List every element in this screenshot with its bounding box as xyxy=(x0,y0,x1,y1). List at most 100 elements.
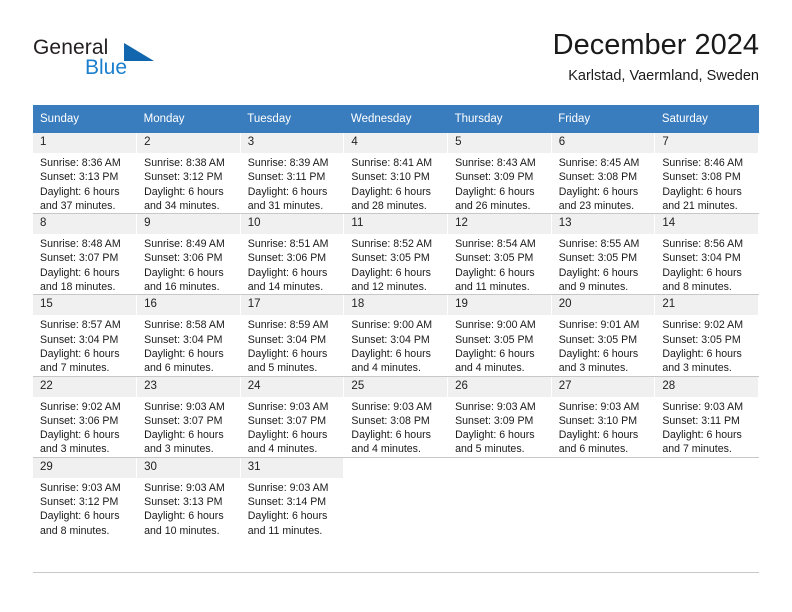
daylight-text-line2: and 10 minutes. xyxy=(144,524,220,537)
daylight-text-line2: and 11 minutes. xyxy=(455,281,530,294)
day-info: Sunrise: 8:43 AM Sunset: 3:09 PM Dayligh… xyxy=(448,153,551,213)
daylight-text-line1: Daylight: 6 hours xyxy=(558,185,639,198)
day-cell[interactable]: 7 Sunrise: 8:46 AM Sunset: 3:08 PM Dayli… xyxy=(654,133,759,215)
day-cell[interactable]: 9 Sunrise: 8:49 AM Sunset: 3:06 PM Dayli… xyxy=(136,213,241,296)
day-cell-empty xyxy=(447,457,552,538)
weekday-header-wednesday: Wednesday xyxy=(343,105,448,133)
sunset-text: Sunset: 3:07 PM xyxy=(40,252,119,265)
day-cell[interactable]: 6 Sunrise: 8:45 AM Sunset: 3:08 PM Dayli… xyxy=(551,133,656,215)
daylight-text-line1: Daylight: 6 hours xyxy=(247,185,328,198)
day-info: Sunrise: 8:59 AM Sunset: 3:04 PM Dayligh… xyxy=(241,315,344,375)
daylight-text-line2: and 4 minutes. xyxy=(351,362,421,375)
day-number: 26 xyxy=(448,376,551,397)
sunrise-text: Sunrise: 8:49 AM xyxy=(144,238,225,251)
day-cell[interactable]: 13 Sunrise: 8:55 AM Sunset: 3:05 PM Dayl… xyxy=(551,213,656,296)
day-number: 20 xyxy=(551,295,655,316)
generalblue-logo[interactable]: General Blue xyxy=(33,36,213,84)
daylight-text-line1: Daylight: 6 hours xyxy=(351,266,431,279)
sunrise-text: Sunrise: 8:38 AM xyxy=(144,157,225,169)
sunrise-text: Sunrise: 8:54 AM xyxy=(455,238,536,251)
day-number: 5 xyxy=(448,133,551,153)
sunrise-text: Sunrise: 8:51 AM xyxy=(247,238,329,251)
calendar-body: 1 Sunrise: 8:36 AM Sunset: 3:13 PM Dayli… xyxy=(33,133,759,538)
sunrise-text: Sunrise: 8:59 AM xyxy=(247,319,329,332)
sunrise-text: Sunrise: 9:03 AM xyxy=(455,400,536,413)
sunset-text: Sunset: 3:13 PM xyxy=(144,496,223,509)
day-cell[interactable]: 2 Sunrise: 8:38 AM Sunset: 3:12 PM Dayli… xyxy=(136,133,241,215)
sunset-text: Sunset: 3:08 PM xyxy=(662,171,741,184)
day-info: Sunrise: 9:03 AM Sunset: 3:08 PM Dayligh… xyxy=(344,397,447,457)
sunset-text: Sunset: 3:04 PM xyxy=(144,333,223,346)
daylight-text-line1: Daylight: 6 hours xyxy=(40,185,120,198)
day-number xyxy=(448,458,551,478)
page-header: General Blue December 2024 Karlstad, Vae… xyxy=(0,0,792,96)
day-info: Sunrise: 9:03 AM Sunset: 3:12 PM Dayligh… xyxy=(33,478,136,538)
daylight-text-line2: and 28 minutes. xyxy=(351,199,427,212)
day-cell[interactable]: 31 Sunrise: 9:03 AM Sunset: 3:14 PM Dayl… xyxy=(240,457,345,538)
day-cell-empty xyxy=(343,457,449,538)
sunrise-text: Sunrise: 9:01 AM xyxy=(558,319,640,332)
day-cell[interactable]: 18 Sunrise: 9:00 AM Sunset: 3:04 PM Dayl… xyxy=(343,294,449,377)
day-info: Sunrise: 8:54 AM Sunset: 3:05 PM Dayligh… xyxy=(448,234,551,294)
daylight-text-line1: Daylight: 6 hours xyxy=(247,510,328,523)
daylight-text-line2: and 6 minutes. xyxy=(558,443,629,456)
daylight-text-line1: Daylight: 6 hours xyxy=(247,347,328,360)
daylight-text-line1: Daylight: 6 hours xyxy=(247,266,328,279)
daylight-text-line2: and 5 minutes. xyxy=(247,362,318,375)
day-cell[interactable]: 8 Sunrise: 8:48 AM Sunset: 3:07 PM Dayli… xyxy=(33,213,138,296)
day-cell[interactable]: 29 Sunrise: 9:03 AM Sunset: 3:12 PM Dayl… xyxy=(33,457,138,538)
day-cell[interactable]: 11 Sunrise: 8:52 AM Sunset: 3:05 PM Dayl… xyxy=(343,213,449,296)
day-cell[interactable]: 23 Sunrise: 9:03 AM Sunset: 3:07 PM Dayl… xyxy=(136,376,241,458)
sunset-text: Sunset: 3:12 PM xyxy=(144,171,223,184)
day-cell[interactable]: 25 Sunrise: 9:03 AM Sunset: 3:08 PM Dayl… xyxy=(343,376,449,458)
sunrise-text: Sunrise: 8:57 AM xyxy=(40,319,121,332)
day-cell[interactable]: 12 Sunrise: 8:54 AM Sunset: 3:05 PM Dayl… xyxy=(447,213,552,296)
day-number: 31 xyxy=(240,457,344,478)
day-cell[interactable]: 15 Sunrise: 8:57 AM Sunset: 3:04 PM Dayl… xyxy=(33,294,138,377)
daylight-text-line2: and 21 minutes. xyxy=(662,199,738,212)
sunrise-text: Sunrise: 9:03 AM xyxy=(40,481,121,494)
weekday-header-tuesday: Tuesday xyxy=(240,105,344,133)
day-cell[interactable]: 17 Sunrise: 8:59 AM Sunset: 3:04 PM Dayl… xyxy=(240,294,345,377)
day-cell[interactable]: 10 Sunrise: 8:51 AM Sunset: 3:06 PM Dayl… xyxy=(240,213,345,296)
day-cell[interactable]: 1 Sunrise: 8:36 AM Sunset: 3:13 PM Dayli… xyxy=(33,133,138,215)
day-info: Sunrise: 9:02 AM Sunset: 3:06 PM Dayligh… xyxy=(33,397,136,457)
day-cell[interactable]: 19 Sunrise: 9:00 AM Sunset: 3:05 PM Dayl… xyxy=(447,294,552,377)
sunset-text: Sunset: 3:10 PM xyxy=(558,414,638,427)
day-cell[interactable]: 14 Sunrise: 8:56 AM Sunset: 3:04 PM Dayl… xyxy=(654,213,759,296)
day-cell[interactable]: 24 Sunrise: 9:03 AM Sunset: 3:07 PM Dayl… xyxy=(240,376,345,458)
sunset-text: Sunset: 3:08 PM xyxy=(558,171,638,184)
day-number: 3 xyxy=(240,133,344,153)
daylight-text-line2: and 6 minutes. xyxy=(144,362,214,375)
daylight-text-line2: and 4 minutes. xyxy=(247,443,318,456)
daylight-text-line2: and 26 minutes. xyxy=(455,199,531,212)
day-number: 30 xyxy=(137,457,240,478)
calendar-week-row: 15 Sunrise: 8:57 AM Sunset: 3:04 PM Dayl… xyxy=(33,294,759,377)
calendar-table: Sunday Monday Tuesday Wednesday Thursday… xyxy=(33,105,759,538)
day-cell[interactable]: 27 Sunrise: 9:03 AM Sunset: 3:10 PM Dayl… xyxy=(551,376,656,458)
day-number: 18 xyxy=(344,295,448,316)
day-info: Sunrise: 9:00 AM Sunset: 3:05 PM Dayligh… xyxy=(448,315,551,375)
day-cell[interactable]: 16 Sunrise: 8:58 AM Sunset: 3:04 PM Dayl… xyxy=(136,294,241,377)
day-cell[interactable]: 21 Sunrise: 9:02 AM Sunset: 3:05 PM Dayl… xyxy=(654,294,759,377)
day-info: Sunrise: 8:58 AM Sunset: 3:04 PM Dayligh… xyxy=(137,315,240,375)
daylight-text-line2: and 4 minutes. xyxy=(351,443,421,456)
sunset-text: Sunset: 3:10 PM xyxy=(351,171,430,184)
sunset-text: Sunset: 3:04 PM xyxy=(662,252,741,265)
day-cell[interactable]: 4 Sunrise: 8:41 AM Sunset: 3:10 PM Dayli… xyxy=(343,133,449,215)
day-cell[interactable]: 5 Sunrise: 8:43 AM Sunset: 3:09 PM Dayli… xyxy=(447,133,552,215)
day-cell[interactable]: 30 Sunrise: 9:03 AM Sunset: 3:13 PM Dayl… xyxy=(136,457,241,538)
day-cell[interactable]: 26 Sunrise: 9:03 AM Sunset: 3:09 PM Dayl… xyxy=(447,376,552,458)
day-info: Sunrise: 9:03 AM Sunset: 3:10 PM Dayligh… xyxy=(552,397,655,457)
calendar-week-row: 29 Sunrise: 9:03 AM Sunset: 3:12 PM Dayl… xyxy=(33,457,759,538)
day-info: Sunrise: 9:02 AM Sunset: 3:05 PM Dayligh… xyxy=(655,315,758,375)
daylight-text-line1: Daylight: 6 hours xyxy=(144,510,224,523)
day-cell[interactable]: 28 Sunrise: 9:03 AM Sunset: 3:11 PM Dayl… xyxy=(654,376,759,458)
day-cell[interactable]: 22 Sunrise: 9:02 AM Sunset: 3:06 PM Dayl… xyxy=(33,376,138,458)
sunset-text: Sunset: 3:14 PM xyxy=(247,496,327,509)
logo-triangle-icon xyxy=(124,43,154,61)
sunrise-text: Sunrise: 8:48 AM xyxy=(40,238,121,251)
day-cell[interactable]: 20 Sunrise: 9:01 AM Sunset: 3:05 PM Dayl… xyxy=(551,294,656,377)
daylight-text-line1: Daylight: 6 hours xyxy=(662,266,742,279)
day-cell[interactable]: 3 Sunrise: 8:39 AM Sunset: 3:11 PM Dayli… xyxy=(240,133,345,215)
